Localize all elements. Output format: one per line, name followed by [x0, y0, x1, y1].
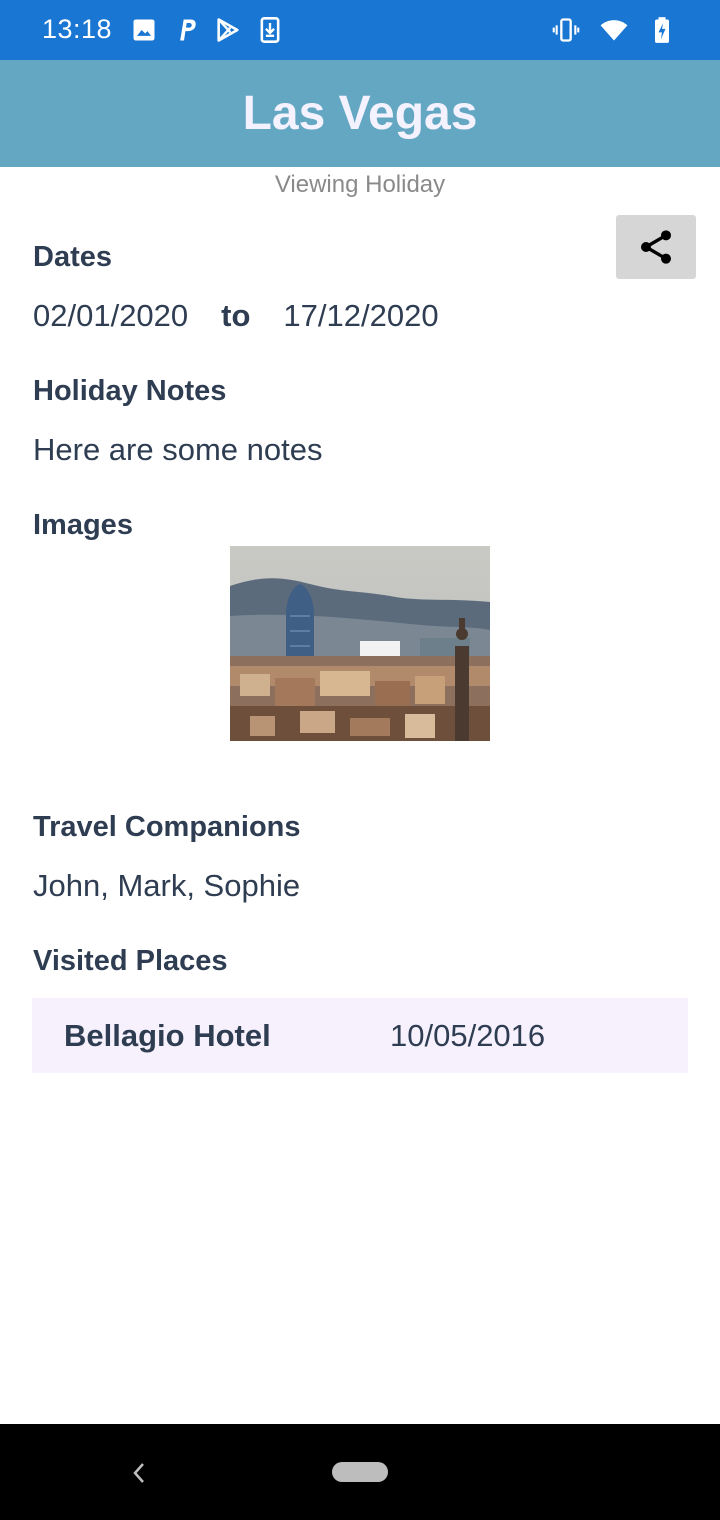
- battery-charging-icon: [655, 17, 669, 43]
- notification-icons: [130, 16, 284, 44]
- home-pill-icon[interactable]: [332, 1462, 388, 1482]
- list-item[interactable]: Bellagio Hotel 10/05/2016: [32, 998, 688, 1073]
- place-date: 10/05/2016: [390, 1018, 546, 1053]
- start-date: 02/01/2020: [33, 298, 189, 333]
- notes-heading: Holiday Notes: [33, 375, 227, 407]
- end-date: 17/12/2020: [283, 298, 439, 333]
- wifi-icon: [600, 20, 628, 41]
- play-store-icon: [217, 18, 239, 42]
- city-skyline-photo: [230, 546, 490, 741]
- images-heading: Images: [33, 509, 133, 541]
- companions-text: John, Mark, Sophie: [33, 868, 301, 903]
- date-separator: to: [221, 298, 251, 333]
- back-chevron-icon[interactable]: [128, 1460, 150, 1486]
- share-button[interactable]: [616, 215, 696, 279]
- app-header: Las Vegas: [0, 60, 720, 167]
- visited-places-heading: Visited Places: [33, 945, 228, 977]
- download-icon: [260, 17, 280, 43]
- notes-text: Here are some notes: [33, 432, 323, 467]
- dates-heading: Dates: [33, 241, 112, 273]
- holiday-image[interactable]: [230, 546, 490, 741]
- vibrate-icon: [552, 18, 580, 42]
- place-name: Bellagio Hotel: [64, 1018, 271, 1053]
- page-title: Las Vegas: [242, 87, 478, 140]
- parking-icon: [180, 19, 196, 41]
- status-time: 13:18: [42, 14, 113, 44]
- image-icon: [133, 19, 155, 41]
- companions-heading: Travel Companions: [33, 811, 301, 843]
- share-icon: [641, 230, 671, 264]
- system-icons: [552, 16, 676, 44]
- status-bar: 13:18: [0, 0, 720, 60]
- page-subtitle: Viewing Holiday: [274, 171, 446, 198]
- dates-row: 02/01/2020 to 17/12/2020: [33, 298, 439, 334]
